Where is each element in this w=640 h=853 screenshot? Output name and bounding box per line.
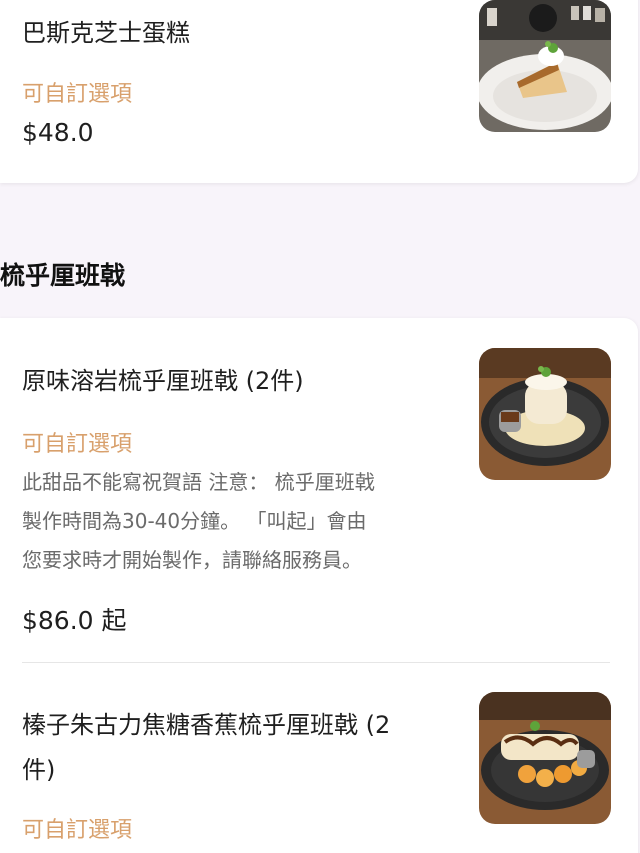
menu-page: 巴斯克芝士蛋糕 可自訂選項 $48.0 梳乎厘班戟 原味溶岩梳乎厘班戟 (2件)… <box>0 0 640 853</box>
item-name: 巴斯克芝士蛋糕 <box>22 19 190 47</box>
item-photo-original-souffle-pancake[interactable] <box>479 348 611 480</box>
item-photo-hazelnut-banana-souffle-pancake[interactable] <box>479 692 611 824</box>
item-photo-basque-cheesecake[interactable] <box>479 0 611 132</box>
item-description-line: 製作時間為30-40分鐘。 「叫起」會由 <box>22 509 367 533</box>
item-price: $86.0 起 <box>22 606 127 635</box>
section-card: 原味溶岩梳乎厘班戟 (2件) 可自訂選項 此甜品不能寫祝賀語 注意： 梳乎厘班戟… <box>0 318 638 853</box>
customizable-label: 可自訂選項 <box>22 432 133 457</box>
customizable-label: 可自訂選項 <box>22 818 133 843</box>
item-description-line: 此甜品不能寫祝賀語 注意： 梳乎厘班戟 <box>22 470 375 494</box>
menu-item-card-basque-cheesecake[interactable]: 巴斯克芝士蛋糕 可自訂選項 $48.0 <box>0 0 638 183</box>
item-description-line: 您要求時才開始製作，請聯絡服務員。 <box>22 548 362 572</box>
item-name: 原味溶岩梳乎厘班戟 (2件) <box>22 367 304 395</box>
item-name-line: 榛子朱古力焦糖香蕉梳乎厘班戟 (2 <box>22 711 391 739</box>
item-price: $48.0 <box>22 118 94 147</box>
item-name-line: 件) <box>22 756 56 784</box>
section-title: 梳乎厘班戟 <box>0 261 126 290</box>
customizable-label: 可自訂選項 <box>22 82 133 107</box>
item-divider <box>22 662 610 663</box>
